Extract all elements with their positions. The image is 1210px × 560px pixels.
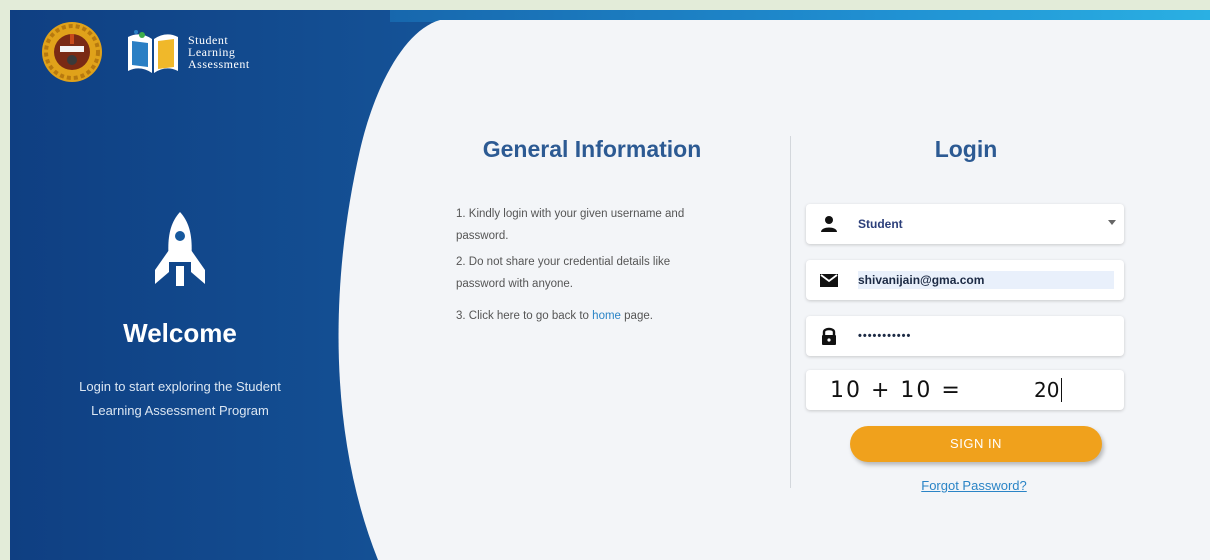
forgot-password-link[interactable]: Forgot Password? — [806, 478, 1142, 493]
info-item-1-line-1: 1. Kindly login with your given username… — [456, 208, 685, 220]
info-item-3-suffix: page. — [624, 310, 653, 322]
general-information-title: General Information — [482, 136, 702, 162]
section-divider — [790, 136, 791, 488]
info-item-2-line-1: 2. Do not share your credential details … — [456, 256, 671, 268]
rocket-icon — [155, 212, 205, 286]
login-title: Login — [934, 136, 998, 162]
info-item-1-line-2: password. — [456, 230, 509, 242]
info-item-2: 2. Do not share your credential details … — [456, 251, 756, 295]
welcome-title: Welcome — [123, 318, 237, 348]
info-item-1: 1. Kindly login with your given username… — [456, 203, 756, 247]
logo-line-3: Assessment — [188, 57, 250, 71]
header-logos: Student Learning Assessment — [40, 20, 250, 84]
sla-logo: Student Learning Assessment — [124, 27, 250, 77]
welcome-panel: Welcome Login to start exploring the Stu… — [10, 210, 350, 423]
book-logo-icon — [128, 30, 178, 73]
captcha-field[interactable]: 10 + 10 = 20 — [806, 370, 1124, 410]
state-emblem-icon — [42, 22, 102, 82]
role-select-value: Student — [858, 217, 903, 231]
password-field-value[interactable]: ••••••••••• — [858, 330, 911, 342]
sign-in-button[interactable]: SIGN IN — [850, 426, 1102, 462]
top-accent-strip — [390, 10, 1210, 22]
captcha-answer-input[interactable]: 20 — [1034, 378, 1063, 402]
home-link[interactable]: home — [592, 310, 621, 322]
lock-icon — [822, 327, 836, 345]
general-information-list: 1. Kindly login with your given username… — [456, 203, 756, 327]
login-section: Login Student shivanijain@gma.com ••••••… — [806, 136, 1126, 493]
email-field[interactable]: shivanijain@gma.com — [806, 260, 1124, 300]
chevron-down-icon[interactable] — [1108, 220, 1116, 225]
info-item-3: 3. Click here to go back to home page. — [456, 305, 756, 327]
info-item-3-prefix: 3. Click here to go back to — [456, 310, 589, 322]
captcha-question: 10 + 10 = — [830, 377, 962, 403]
info-item-2-line-2: password with anyone. — [456, 278, 573, 290]
welcome-subtitle-line-1: Login to start exploring the Student — [79, 379, 281, 394]
role-select[interactable]: Student — [806, 204, 1124, 244]
email-field-value[interactable]: shivanijain@gma.com — [858, 271, 1115, 289]
welcome-subtitle: Login to start exploring the Student Lea… — [10, 375, 350, 423]
user-icon — [821, 216, 837, 232]
mail-icon — [820, 274, 838, 287]
welcome-subtitle-line-2: Learning Assessment Program — [91, 403, 269, 418]
password-field[interactable]: ••••••••••• — [806, 316, 1124, 356]
general-information-section: General Information 1. Kindly login with… — [456, 136, 756, 331]
page-frame: Student Learning Assessment Welcome Logi… — [10, 10, 1210, 560]
